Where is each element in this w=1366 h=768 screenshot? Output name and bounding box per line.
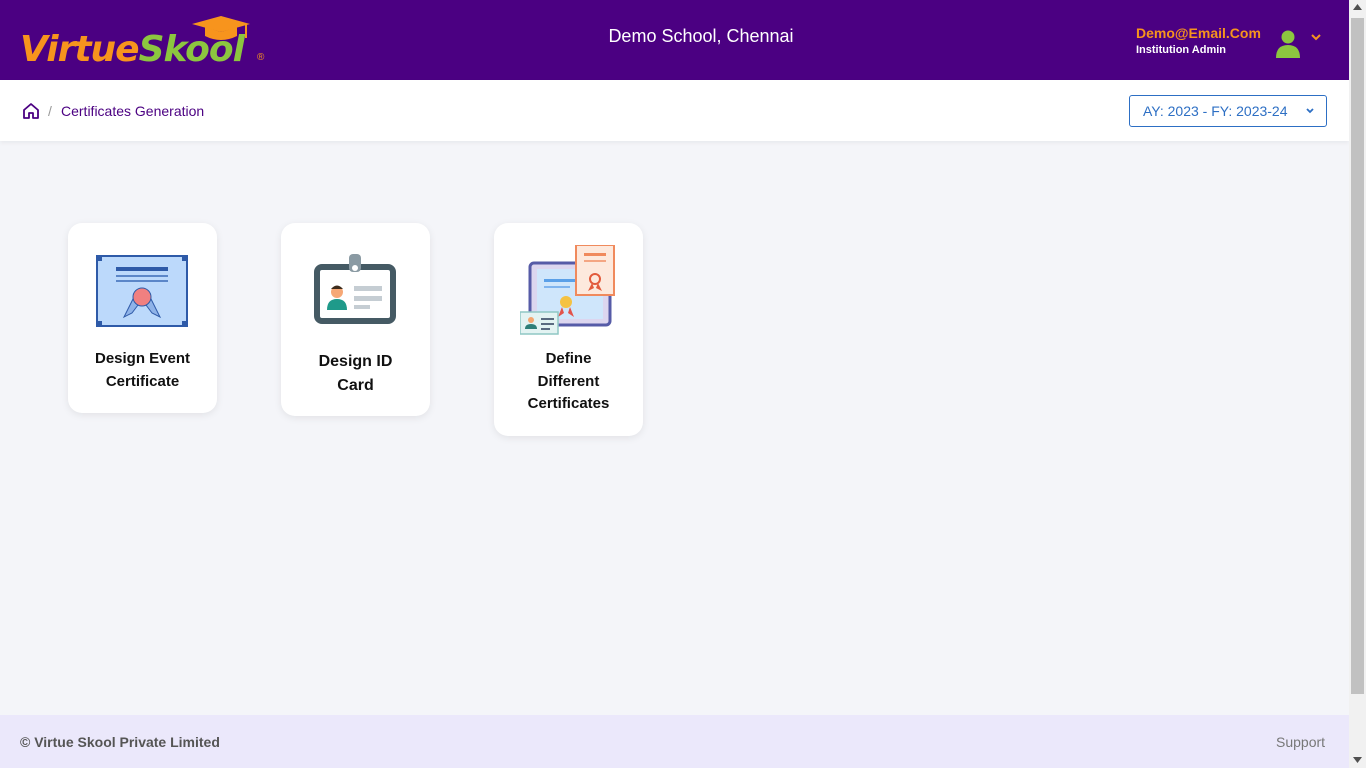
breadcrumb-current: Certificates Generation (61, 103, 205, 119)
breadcrumb-separator: / (48, 103, 52, 119)
scroll-down-arrow-icon[interactable] (1353, 757, 1362, 763)
footer-copyright: © Virtue Skool Private Limited (20, 734, 220, 750)
support-link[interactable]: Support (1276, 734, 1325, 750)
event-certificate-icon (96, 255, 188, 327)
card-title: Design Event Certificate (94, 350, 191, 390)
user-email[interactable]: Demo@Email.Com (1136, 25, 1261, 41)
chevron-down-icon (1306, 108, 1314, 114)
home-icon[interactable] (22, 102, 40, 120)
id-card-icon (314, 254, 396, 324)
chevron-down-icon[interactable] (1310, 32, 1322, 42)
card-title: Define Different Certificates (527, 350, 610, 412)
user-avatar-icon[interactable] (1274, 28, 1302, 58)
design-event-certificate-card[interactable]: Design Event Certificate (68, 223, 217, 413)
academic-year-select[interactable]: AY: 2023 - FY: 2023-24 (1129, 95, 1327, 127)
user-role: Institution Admin (1136, 44, 1227, 56)
certificates-icon (520, 245, 615, 335)
registered-mark: ® (257, 52, 265, 63)
design-id-card-card[interactable]: Design ID Card (281, 223, 430, 416)
scrollbar-thumb[interactable] (1351, 18, 1364, 694)
define-different-certificates-card[interactable]: Define Different Certificates (494, 223, 643, 436)
card-title: Design ID Card (318, 353, 393, 394)
academic-year-value: AY: 2023 - FY: 2023-24 (1143, 103, 1288, 119)
scroll-up-arrow-icon[interactable] (1353, 4, 1362, 10)
